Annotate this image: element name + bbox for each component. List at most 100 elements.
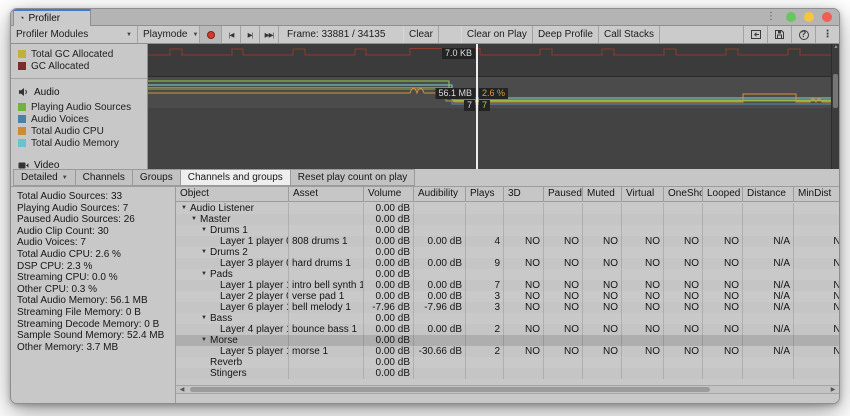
cell-distance xyxy=(743,335,794,346)
tab-groups[interactable]: Groups xyxy=(133,169,181,186)
window-button-red[interactable] xyxy=(822,12,832,22)
header-cell-audibility[interactable]: Audibility xyxy=(414,187,466,201)
foldout-arrow-icon[interactable]: ▼ xyxy=(201,313,210,324)
foldout-arrow-icon[interactable]: ▼ xyxy=(201,225,210,236)
header-cell-d3[interactable]: 3D xyxy=(504,187,544,201)
legend-item[interactable]: GC Allocated xyxy=(11,60,147,72)
module-separator xyxy=(11,78,147,79)
foldout-arrow-icon[interactable]: ▼ xyxy=(201,269,210,280)
chart-vscrollbar[interactable]: ▲ xyxy=(831,44,839,169)
table-row[interactable]: ▼Pads0.00 dB xyxy=(176,269,839,280)
cell-virtual: NO xyxy=(622,280,664,291)
profiler-tab[interactable]: ◔ Profiler xyxy=(13,9,91,26)
playmode-dropdown[interactable]: Playmode ▼ xyxy=(138,26,200,43)
table-row[interactable]: Layer 1 player 1intro bell synth 10.00 d… xyxy=(176,280,839,291)
cell-volume: 0.00 dB xyxy=(364,258,414,269)
table-row[interactable]: ▼Audio Listener0.00 dB xyxy=(176,203,839,214)
hscroll-thumb[interactable] xyxy=(190,387,710,392)
next-frame-button[interactable]: ▶| xyxy=(241,26,260,43)
scroll-right-button[interactable]: ▶ xyxy=(827,386,839,393)
header-cell-paused[interactable]: Paused xyxy=(544,187,583,201)
prev-frame-button[interactable]: |◀ xyxy=(222,26,241,43)
cell-muted xyxy=(583,269,622,280)
header-cell-mindist[interactable]: MinDist xyxy=(794,187,839,201)
header-cell-distance[interactable]: Distance xyxy=(743,187,794,201)
frame-selection-line[interactable] xyxy=(476,44,478,169)
header-cell-oneshot[interactable]: OneShot xyxy=(664,187,703,201)
table-row[interactable]: Stingers0.00 dB xyxy=(176,368,839,379)
header-cell-plays[interactable]: Plays xyxy=(466,187,504,201)
cell-mindist xyxy=(794,313,839,324)
header-cell-volume[interactable]: Volume xyxy=(364,187,414,201)
help-button[interactable]: ? xyxy=(791,26,815,43)
table-row[interactable]: Layer 3 player 0hard drums 10.00 dB0.00 … xyxy=(176,258,839,269)
deep-profile-toggle[interactable]: Deep Profile xyxy=(533,26,599,43)
table-row[interactable]: Layer 6 player 1bell melody 1-7.96 dB-7.… xyxy=(176,302,839,313)
call-stacks-toggle[interactable]: Call Stacks xyxy=(599,26,660,43)
last-frame-button[interactable]: ▶▶| xyxy=(260,26,279,43)
record-button[interactable] xyxy=(200,26,222,43)
legend-item[interactable]: Total Audio CPU xyxy=(11,125,147,137)
table-row[interactable]: Layer 2 player 0verse pad 10.00 dB0.00 d… xyxy=(176,291,839,302)
table-row[interactable]: ▼Morse0.00 dB xyxy=(176,335,839,346)
table-row[interactable]: Reverb0.00 dB xyxy=(176,357,839,368)
cell-muted xyxy=(583,368,622,379)
header-cell-object[interactable]: Object xyxy=(176,187,289,201)
foldout-arrow-icon[interactable]: ▼ xyxy=(181,203,190,214)
table-row[interactable]: Layer 5 player 1morse 10.00 dB-30.66 dB2… xyxy=(176,346,839,357)
foldout-arrow-icon[interactable]: ▼ xyxy=(201,335,210,346)
cell-virtual xyxy=(622,214,664,225)
legend-item[interactable]: Audio Voices xyxy=(11,113,147,125)
legend-item[interactable]: Total GC Allocated xyxy=(11,48,147,60)
cell-plays: 9 xyxy=(466,258,504,269)
cell-oneshot: NO xyxy=(664,302,703,313)
tab-channels[interactable]: Channels xyxy=(76,169,133,186)
stat-line: Audio Clip Count: 30 xyxy=(17,226,175,238)
table-row[interactable]: ▼Drums 10.00 dB xyxy=(176,225,839,236)
cell-muted: NO xyxy=(583,346,622,357)
header-cell-looped[interactable]: Looped xyxy=(703,187,743,201)
header-cell-muted[interactable]: Muted xyxy=(583,187,622,201)
cell-audibility xyxy=(414,357,466,368)
legend-label: Total Audio CPU xyxy=(31,126,104,137)
help-icon: ? xyxy=(799,30,809,40)
clear-button[interactable]: Clear xyxy=(403,26,439,43)
cell-virtual: NO xyxy=(622,291,664,302)
tab-detailed[interactable]: Detailed▼ xyxy=(13,169,76,186)
tab-channels-and-groups[interactable]: Channels and groups xyxy=(181,169,291,186)
video-module-header[interactable]: Video xyxy=(11,158,59,169)
cell-looped xyxy=(703,335,743,346)
cell-audibility xyxy=(414,214,466,225)
table-row[interactable]: Layer 4 player 1bounce bass 10.00 dB0.00… xyxy=(176,324,839,335)
table-row[interactable]: ▼Bass0.00 dB xyxy=(176,313,839,324)
cell-oneshot xyxy=(664,357,703,368)
legend-item[interactable]: Total Audio Memory xyxy=(11,137,147,149)
audio-module-header[interactable]: Audio xyxy=(11,85,147,99)
load-profile-button[interactable] xyxy=(743,26,767,43)
object-cell: ▼Master xyxy=(176,214,289,225)
save-profile-button[interactable] xyxy=(767,26,791,43)
cell-paused xyxy=(544,368,583,379)
legend-item[interactable]: Playing Audio Sources xyxy=(11,101,147,113)
profiler-modules-dropdown[interactable]: Profiler Modules ▼ xyxy=(11,26,138,43)
scroll-left-button[interactable]: ◀ xyxy=(176,386,188,393)
window-menu-icon[interactable]: ⋮ xyxy=(766,12,776,22)
window-button-green[interactable] xyxy=(786,12,796,22)
cell-volume: -7.96 dB xyxy=(364,302,414,313)
foldout-arrow-icon[interactable]: ▼ xyxy=(191,214,200,225)
hscrollbar[interactable]: ◀ ▶ xyxy=(176,385,839,394)
cell-looped: NO xyxy=(703,302,743,313)
chart-vscroll-thumb[interactable] xyxy=(833,74,838,108)
cell-audibility: -30.66 dB xyxy=(414,346,466,357)
header-cell-asset[interactable]: Asset xyxy=(289,187,364,201)
header-cell-virtual[interactable]: Virtual xyxy=(622,187,664,201)
table-row[interactable]: ▼Master0.00 dB xyxy=(176,214,839,225)
context-menu-button[interactable]: ⋮ xyxy=(815,26,839,43)
window-button-yellow[interactable] xyxy=(804,12,814,22)
foldout-arrow-icon[interactable]: ▼ xyxy=(201,247,210,258)
tab-reset-play-count-on-play[interactable]: Reset play count on play xyxy=(291,169,416,186)
table-row[interactable]: Layer 1 player 0808 drums 10.00 dB0.00 d… xyxy=(176,236,839,247)
chart-area[interactable]: 7.0 KB 56.1 MB 2.6 % 7 7 ▲ xyxy=(148,44,839,169)
table-row[interactable]: ▼Drums 20.00 dB xyxy=(176,247,839,258)
clear-on-play-toggle[interactable]: Clear on Play xyxy=(461,26,533,43)
